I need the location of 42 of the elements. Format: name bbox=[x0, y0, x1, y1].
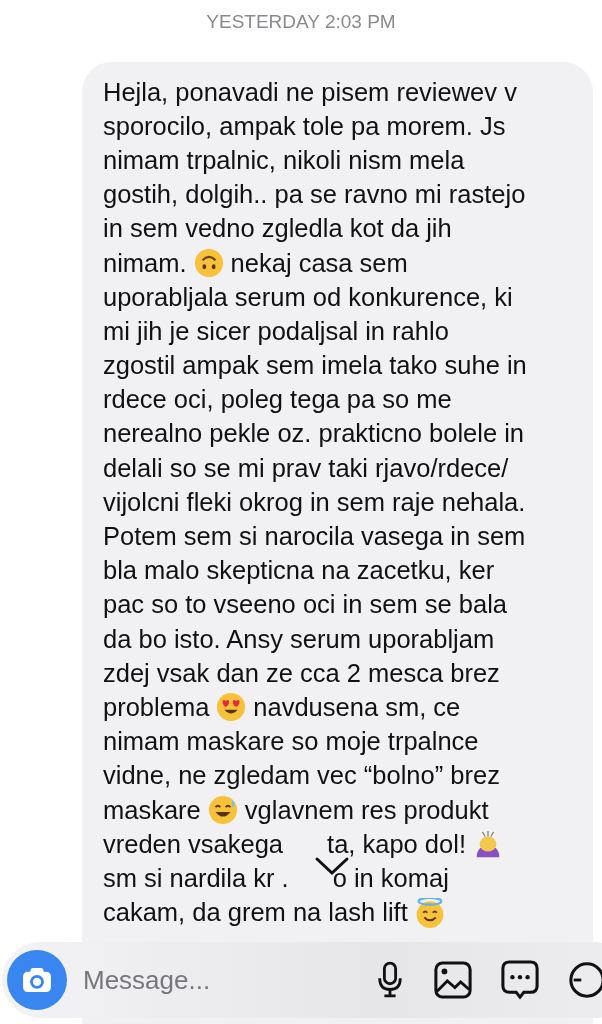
message-text: mi jih je sicer podaljsal in rahlo bbox=[103, 316, 449, 346]
message-text: gostih, dolgih.. pa se ravno mi rastejo bbox=[103, 180, 526, 210]
chat-bubble-icon[interactable] bbox=[501, 960, 539, 1000]
message-input[interactable]: Message... bbox=[81, 963, 375, 997]
message-text: ta, kapo dol! bbox=[327, 829, 466, 859]
message-text: vglavnem res produkt bbox=[244, 795, 489, 825]
message-text: rdece oci, poleg tega pa so me bbox=[103, 385, 452, 415]
message-text: sporocilo, ampak tole pa morem. Js bbox=[103, 111, 506, 141]
message-text: nerealno pekle oz. prakticno bolele in bbox=[103, 419, 525, 449]
message-text: vreden vsakega bbox=[103, 829, 284, 859]
message-text: vijolcni fleki okrog in sem raje nehala. bbox=[103, 487, 526, 517]
message-text: delali so se mi prav taki rjavo/rdece/ bbox=[103, 453, 509, 483]
timestamp: YESTERDAY 2:03 PM bbox=[205, 10, 397, 34]
halo-smile-emoji-icon bbox=[414, 897, 445, 928]
message-text: in sem vedno zgledla kot da jih bbox=[103, 214, 452, 244]
message-text: zgostil ampak sem imela tako suhe in bbox=[103, 351, 527, 381]
message-text: maskare bbox=[103, 795, 201, 825]
heart-eyes-emoji-icon bbox=[216, 692, 247, 723]
upside-down-face-icon bbox=[193, 248, 224, 279]
message-text: sm si nardila kr . bbox=[103, 863, 289, 893]
camera-button[interactable] bbox=[7, 950, 67, 1010]
message-text: nimam trpalnic, nikoli nism mela bbox=[103, 145, 465, 175]
camera-icon bbox=[22, 967, 52, 993]
message-text: Potem sem si narocila vasega in sem bbox=[103, 522, 526, 552]
sticker-icon[interactable] bbox=[568, 961, 602, 999]
message-text: uporabljala serum od konkurence, ki bbox=[103, 282, 513, 312]
message-text: Hejla, ponavadi ne pisem reviewev v bbox=[103, 77, 517, 107]
message-text: navdusena sm, ce bbox=[253, 692, 461, 722]
message-text: bla malo skepticna na zacetku, ker bbox=[103, 556, 495, 586]
message-text: nekaj casa sem bbox=[230, 248, 408, 278]
message-text: o in komaj bbox=[332, 863, 449, 893]
message-text: problema bbox=[103, 692, 210, 722]
message-text: da bo isto. Ansy serum uporabljam bbox=[103, 624, 495, 654]
sweat-smile-emoji-icon bbox=[207, 795, 238, 826]
message-text: nimam. bbox=[103, 248, 187, 278]
image-icon[interactable] bbox=[434, 961, 472, 999]
microphone-icon[interactable] bbox=[375, 961, 405, 999]
message-text: vidne, ne zgledam vec “bolno” brez bbox=[103, 761, 500, 791]
message-text: nimam maskare so moje trpalnce bbox=[103, 727, 479, 757]
message-text: pac so to vseeno oci in sem se bala bbox=[103, 590, 507, 620]
message-text: cakam, da grem na lash lift bbox=[103, 898, 408, 928]
message-text: zdej vsak dan ze cca 2 mesca brez bbox=[103, 658, 500, 688]
